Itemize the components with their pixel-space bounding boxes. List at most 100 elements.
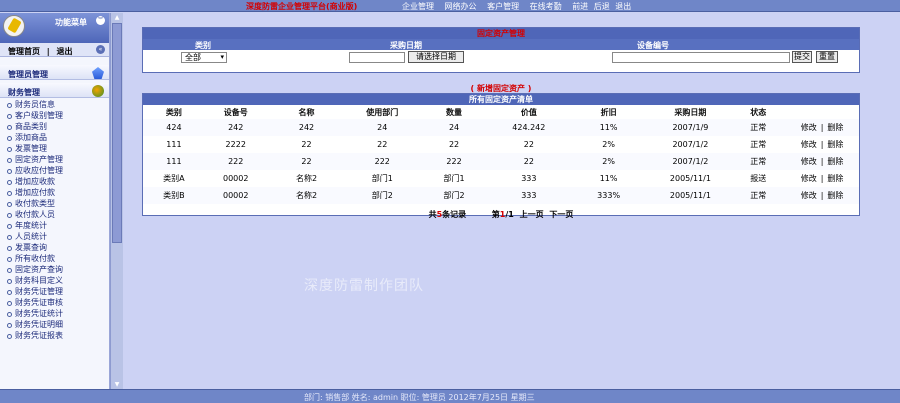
collapse-menu-icon[interactable]: ︾ bbox=[96, 16, 105, 25]
sidebar-item[interactable]: 商品类别 bbox=[0, 121, 109, 132]
sidebar-item[interactable]: 固定资产管理 bbox=[0, 154, 109, 165]
nav-attendance[interactable]: 在线考勤 bbox=[530, 2, 562, 11]
sidebar-item[interactable]: 收付款类型 bbox=[0, 198, 109, 209]
device-no-input[interactable] bbox=[612, 52, 790, 63]
table-cell: 24 bbox=[418, 119, 490, 136]
scroll-up-icon[interactable]: ▲ bbox=[111, 13, 123, 22]
sidebar-item[interactable]: 年度统计 bbox=[0, 220, 109, 231]
next-page-link[interactable]: 下一页 bbox=[549, 210, 573, 219]
table-cell: 类别A bbox=[143, 170, 205, 187]
sidebar-item[interactable]: 客户级别管理 bbox=[0, 110, 109, 121]
top-bar: 深度防雷企业管理平台(商业版) 企业管理 网络办公 客户管理 在线考勤 前进 后… bbox=[0, 0, 900, 12]
sidebar-item[interactable]: 财务凭证明细 bbox=[0, 319, 109, 330]
table-cell: 24 bbox=[346, 119, 419, 136]
search-input-row: 全部 请选择日期 提交 重置 bbox=[143, 50, 859, 65]
delete-link[interactable]: 删除 bbox=[827, 191, 843, 200]
table-row: 424 242 242 24 24 424.242 11% 2007/1/9 正常 修改 | 删除 bbox=[143, 119, 859, 136]
table-cell: 正常 bbox=[731, 153, 786, 170]
sidebar-item[interactable]: 财务凭证管理 bbox=[0, 286, 109, 297]
type-select[interactable]: 全部 bbox=[181, 52, 227, 63]
scroll-down-icon[interactable]: ▼ bbox=[111, 380, 123, 389]
nav-customer[interactable]: 客户管理 bbox=[487, 2, 519, 11]
section-admin[interactable]: 管理员管理 bbox=[0, 65, 109, 80]
sidebar-item[interactable]: 应收应付管理 bbox=[0, 165, 109, 176]
sidebar-item[interactable]: 人员统计 bbox=[0, 231, 109, 242]
exit-link[interactable]: 退出 bbox=[57, 47, 73, 56]
table-cell: 2007/1/2 bbox=[649, 153, 732, 170]
section-finance[interactable]: 财务管理 bbox=[0, 83, 109, 98]
watermark-text: 深度防雷制作团队 bbox=[304, 278, 424, 294]
table-cell: 111 bbox=[143, 136, 205, 153]
table-cell: 242 bbox=[266, 119, 347, 136]
table-cell: 222 bbox=[346, 153, 419, 170]
table-row: 类别A 00002 名称2 部门1 部门1 333 11% 2005/11/1 报送 修改 | 删除 bbox=[143, 170, 859, 187]
home-link[interactable]: 管理首页 bbox=[8, 47, 40, 56]
sidebar-item[interactable]: 所有收付款 bbox=[0, 253, 109, 264]
sidebar-item[interactable]: 财务凭证审核 bbox=[0, 297, 109, 308]
menu-header: 功能菜单 ︾ bbox=[0, 13, 109, 43]
nav-office[interactable]: 网络办公 bbox=[445, 2, 477, 11]
table-row: 类别B 00002 名称2 部门2 部门2 333 333% 2005/11/1 正常 修改 | 删除 bbox=[143, 187, 859, 204]
table-cell: 报送 bbox=[731, 170, 786, 187]
date-input[interactable] bbox=[349, 52, 405, 63]
nav-enterprise[interactable]: 企业管理 bbox=[402, 2, 434, 11]
reset-button[interactable]: 重置 bbox=[816, 51, 838, 63]
submit-button[interactable]: 提交 bbox=[792, 51, 812, 63]
row-actions: 修改 | 删除 bbox=[785, 136, 859, 153]
nav-forward[interactable]: 前进 bbox=[572, 2, 588, 11]
sidebar-item[interactable]: 添加商品 bbox=[0, 132, 109, 143]
top-nav: 企业管理 网络办公 客户管理 在线考勤 前进 后退 退出 bbox=[402, 1, 639, 12]
nav-back[interactable]: 后退 bbox=[594, 2, 610, 11]
delete-link[interactable]: 删除 bbox=[827, 140, 843, 149]
edit-link[interactable]: 修改 bbox=[801, 123, 817, 132]
table-cell: 00002 bbox=[204, 170, 267, 187]
sidebar-item[interactable]: 财务科目定义 bbox=[0, 275, 109, 286]
column-header: 采购日期 bbox=[649, 105, 732, 119]
table-cell: 2% bbox=[567, 136, 650, 153]
sidebar-item[interactable]: 发票查询 bbox=[0, 242, 109, 253]
delete-link[interactable]: 删除 bbox=[827, 123, 843, 132]
double-chevron-left-icon[interactable]: « bbox=[96, 45, 105, 54]
row-actions: 修改 | 删除 bbox=[785, 119, 859, 136]
table-cell: 类别B bbox=[143, 187, 205, 204]
table-cell: 2005/11/1 bbox=[649, 187, 732, 204]
table-cell: 11% bbox=[567, 170, 650, 187]
choose-date-button[interactable]: 请选择日期 bbox=[408, 51, 464, 63]
prev-page-link[interactable]: 上一页 bbox=[520, 210, 544, 219]
edit-link[interactable]: 修改 bbox=[801, 140, 817, 149]
edit-link[interactable]: 修改 bbox=[801, 174, 817, 183]
sidebar-item[interactable]: 发票管理 bbox=[0, 143, 109, 154]
row-actions: 修改 | 删除 bbox=[785, 187, 859, 204]
table-cell: 2% bbox=[567, 153, 650, 170]
sidebar-item[interactable]: 增加应付款 bbox=[0, 187, 109, 198]
sidebar-item[interactable]: 固定资产查询 bbox=[0, 264, 109, 275]
column-header: 类别 bbox=[143, 105, 205, 119]
table-cell: 333 bbox=[489, 170, 568, 187]
table-cell: 部门1 bbox=[346, 170, 419, 187]
sidebar-item[interactable]: 财务凭证统计 bbox=[0, 308, 109, 319]
table-cell: 424.242 bbox=[489, 119, 568, 136]
table-cell: 正常 bbox=[731, 136, 786, 153]
sidebar-item[interactable]: 财务凭证报表 bbox=[0, 330, 109, 341]
table-cell: 222 bbox=[204, 153, 267, 170]
table-cell: 22 bbox=[266, 136, 347, 153]
table-cell: 22 bbox=[418, 136, 490, 153]
column-header bbox=[785, 105, 859, 119]
sidebar-item[interactable]: 财务员信息 bbox=[0, 99, 109, 110]
delete-link[interactable]: 删除 bbox=[827, 157, 843, 166]
table-cell: 242 bbox=[204, 119, 267, 136]
sub-header: 管理首页 | 退出 « bbox=[0, 43, 109, 57]
nav-exit[interactable]: 退出 bbox=[615, 2, 631, 11]
delete-link[interactable]: 删除 bbox=[827, 174, 843, 183]
scroll-thumb[interactable] bbox=[112, 23, 122, 243]
table-cell: 111 bbox=[143, 153, 205, 170]
edit-link[interactable]: 修改 bbox=[801, 191, 817, 200]
table-cell: 2007/1/2 bbox=[649, 136, 732, 153]
table-cell: 2007/1/9 bbox=[649, 119, 732, 136]
edit-link[interactable]: 修改 bbox=[801, 157, 817, 166]
sidebar-item[interactable]: 收付款人员 bbox=[0, 209, 109, 220]
table-row: 111 222 22 222 222 22 2% 2007/1/2 正常 修改 | 删除 bbox=[143, 153, 859, 170]
sidebar-scrollbar[interactable]: ▲ ▼ bbox=[110, 13, 123, 389]
search-header-row: 类别 采购日期 设备编号 bbox=[143, 39, 859, 50]
sidebar-item[interactable]: 增加应收款 bbox=[0, 176, 109, 187]
